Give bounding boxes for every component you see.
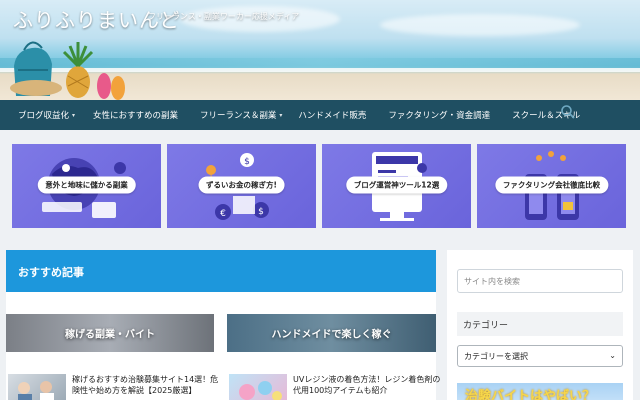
resin-craft-icon: [239, 381, 282, 400]
category-card-label: 稼げる副業・バイト: [65, 329, 155, 341]
category-card-side-jobs[interactable]: 稼げる副業・バイト: [6, 314, 214, 352]
search-input[interactable]: サイト内を検索: [457, 269, 623, 293]
nav-item-freelance[interactable]: フリーランス＆副業 ▾: [200, 100, 282, 130]
nav-item-women-side-jobs[interactable]: 女性におすすめの副業: [93, 100, 178, 130]
banner-label: ファクタリング会社徹底比較: [494, 176, 609, 194]
category-card-label: ハンドメイドで楽しく稼ぐ: [271, 329, 392, 341]
banner-label: ブログ運営神ツール12選: [345, 176, 448, 194]
nav-item-handmade[interactable]: ハンドメイド販売: [298, 100, 366, 130]
site-header: ふりふりまいんど フリーランス・副業ワーカー応援メディア: [0, 0, 640, 100]
post-title[interactable]: UVレジン液の着色方法！レジン着色剤の代用100均アイテムも紹介: [293, 374, 443, 396]
banner-side-jobs[interactable]: 意外と地味に儲かる副業: [12, 144, 161, 228]
site-tagline: フリーランス・副業ワーカー応援メディア: [148, 12, 300, 21]
banner-factoring[interactable]: ファクタリング会社徹底比較: [477, 144, 626, 228]
beach-bag-pineapple-illustration: [10, 41, 125, 100]
banner-label: ずるいお金の稼ぎ方!: [198, 176, 285, 194]
post-item[interactable]: 稼げるおすすめ治験募集サイト14選！危険性や始め方を解説【2025厳選】: [8, 374, 218, 400]
chevron-down-icon: ⌄: [609, 351, 616, 360]
nav-item-label: フリーランス＆副業: [200, 111, 277, 121]
post-title[interactable]: 稼げるおすすめ治験募集サイト14選！危険性や始め方を解説【2025厳選】: [72, 374, 222, 396]
category-heading: カテゴリー: [457, 312, 623, 336]
category-card-handmade[interactable]: ハンドメイドで楽しく稼ぐ: [227, 314, 436, 352]
nav-item-label: ハンドメイド販売: [298, 111, 367, 121]
chevron-down-icon: ▾: [279, 111, 283, 119]
clinic-photo-icon: [18, 381, 54, 400]
sidebar-ad-text: 治験バイトはやばい？: [465, 389, 596, 400]
cloud-decoration: [380, 14, 580, 36]
svg-text:$: $: [244, 157, 250, 167]
category-select-value: カテゴリーを選択: [464, 351, 528, 361]
main-nav: ブログ収益化 ▾ 女性におすすめの副業 フリーランス＆副業 ▾ ハンドメイド販売…: [0, 100, 640, 130]
banner-label: 意外と地味に儲かる副業: [37, 176, 136, 194]
category-heading-label: カテゴリー: [463, 320, 509, 331]
search-input-placeholder: サイト内を検索: [464, 276, 520, 286]
page: ふりふりまいんど フリーランス・副業ワーカー応援メディア ブログ収益化 ▾ 女性…: [0, 0, 640, 400]
svg-text:$: $: [258, 207, 264, 217]
nav-item-factoring[interactable]: ファクタリング・資金調達: [388, 100, 490, 130]
sidebar-ad-banner[interactable]: 治験バイトはやばい？: [457, 383, 623, 400]
post-thumbnail: [229, 374, 287, 400]
section-title: おすすめ記事: [18, 266, 84, 279]
post-item[interactable]: UVレジン液の着色方法！レジン着色剤の代用100均アイテムも紹介: [229, 374, 440, 400]
post-thumbnail: [8, 374, 66, 400]
nav-item-blog-monetize[interactable]: ブログ収益化 ▾: [18, 100, 75, 130]
nav-item-label: 女性におすすめの副業: [93, 111, 179, 121]
category-select[interactable]: カテゴリーを選択 ⌄: [457, 345, 623, 367]
nav-item-label: ブログ収益化: [18, 111, 70, 121]
section-header: おすすめ記事: [6, 250, 436, 292]
chevron-down-icon: ▾: [72, 111, 76, 119]
nav-item-label: ファクタリング・資金調達: [388, 111, 491, 121]
banner-blog-tools[interactable]: ブログ運営神ツール12選: [322, 144, 471, 228]
banner-money-tricks[interactable]: $ € $ ずるいお金の稼ぎ方!: [167, 144, 316, 228]
search-icon[interactable]: [560, 104, 576, 120]
svg-text:€: €: [220, 209, 226, 219]
